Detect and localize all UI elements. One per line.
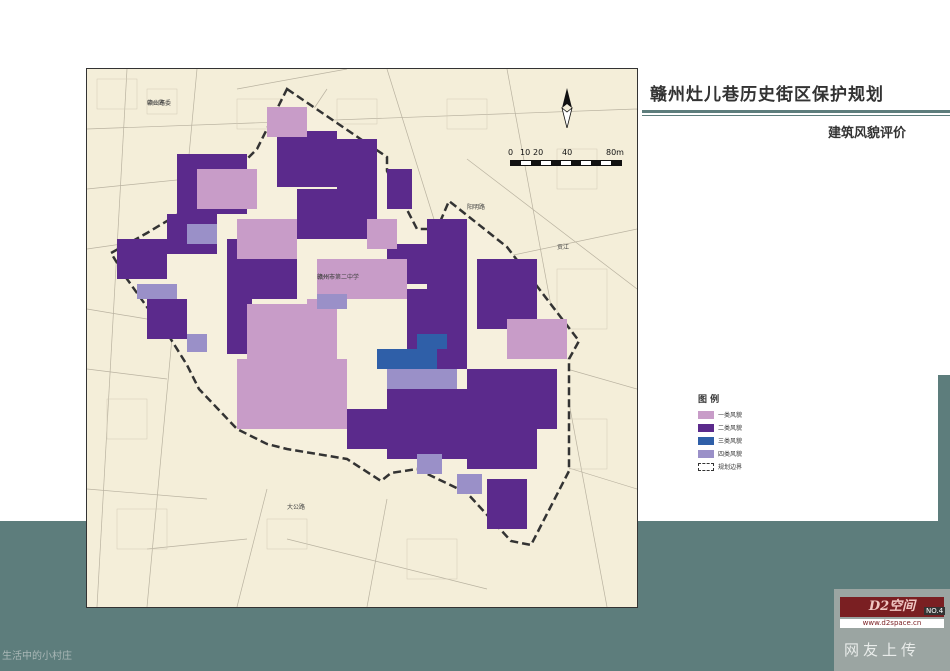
legend-title: 图 例 [698,395,720,405]
legend-swatch [698,462,714,471]
legend-item: 一类风貌 [698,408,742,421]
map-label: 赣州市第二中学 [317,273,359,281]
logo-upload-text: 网友上传 [844,641,921,659]
title-rule [642,110,950,113]
map-label: 贡江 [557,244,569,251]
legend-item: 二类风貌 [698,421,742,434]
legend-label: 二类风貌 [718,425,743,432]
map-label: 赣州市委 [147,99,171,107]
legend-swatch [698,449,714,458]
site-logo: D2空间 NO.4 www.d2space.cn 网友上传 [834,589,950,671]
legend-swatch [698,410,714,419]
legend-label: 四类风貌 [718,451,743,458]
plan-subtitle: 建筑风貌评价 [828,126,907,141]
legend-item: 三类风貌 [698,434,742,447]
legend-item: 四类风貌 [698,447,742,460]
scale-tick: 10 [520,148,531,157]
scale-tick: 40 [562,148,573,157]
legend-label: 一类风貌 [718,412,743,419]
north-arrow-icon [561,88,573,128]
scale-bar [510,160,622,166]
legend: 一类风貌 二类风貌 三类风貌 四类风貌 规划边界 [698,408,742,473]
district-map: 赣州市 中山路 阳明路 贡江 大公路 赣州市第二中学 赣州市委 [86,68,638,608]
map-label: 阳明路 [467,203,485,211]
legend-label: 三类风貌 [718,438,743,445]
map-canvas: 赣州市中山路阳明路贡江大公路赣州市第二中学赣州市委 [87,69,637,607]
map-label: 大公路 [287,503,305,511]
scale-tick: 80m [606,148,624,157]
legend-item: 规划边界 [698,460,742,473]
scale-tick: 20 [533,148,544,157]
scale-tick: 0 [508,148,514,157]
title-rule-thin [642,115,950,116]
logo-issue: NO.4 [924,607,946,615]
plan-title: 赣州灶儿巷历史街区保护规划 [650,85,884,105]
logo-url: www.d2space.cn [840,619,944,628]
legend-swatch [698,423,714,432]
legend-swatch [698,436,714,445]
footer-caption: 生活中的小村庄 [2,651,72,662]
legend-label: 规划边界 [718,464,743,471]
legend-side-bar [938,375,950,521]
